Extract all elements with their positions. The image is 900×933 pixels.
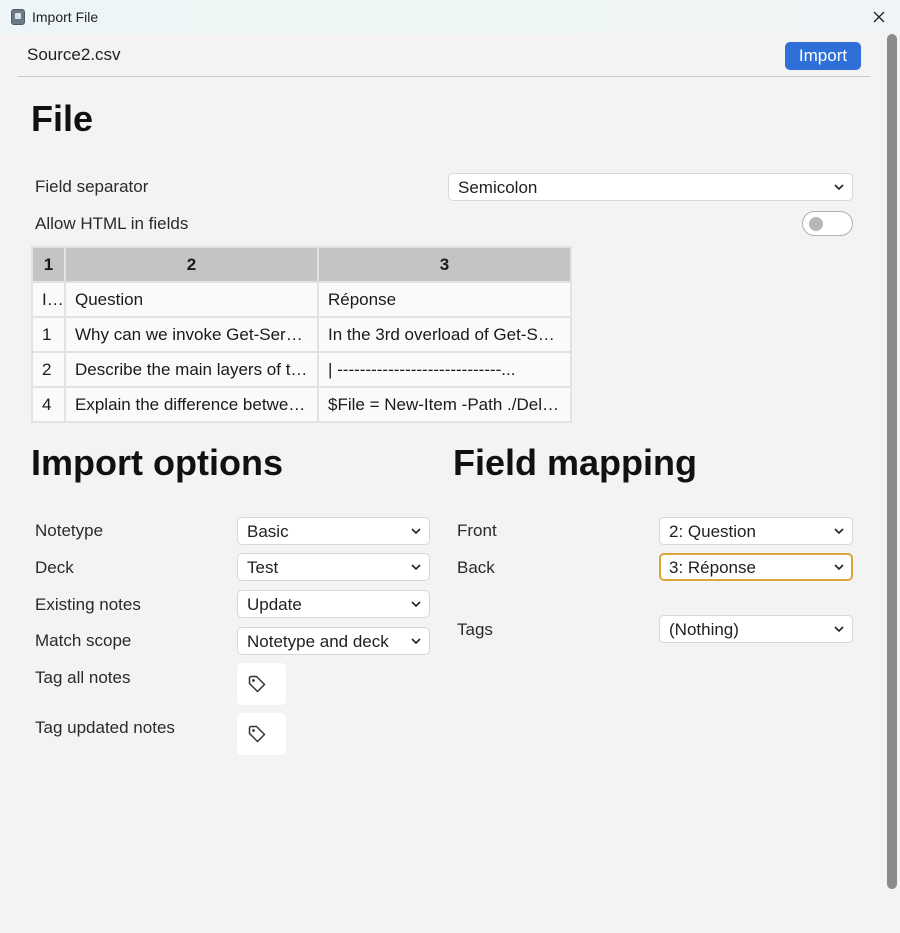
window-title: Import File (32, 9, 99, 25)
field-separator-select[interactable]: Semicolon (448, 173, 853, 201)
table-cell: 4 (31, 386, 66, 423)
notetype-select[interactable]: Basic (237, 517, 430, 545)
chevron-down-icon (834, 564, 844, 571)
match-scope-value: Notetype and deck (247, 632, 389, 651)
tag-icon (248, 675, 266, 693)
front-label: Front (457, 521, 497, 540)
existing-notes-select[interactable]: Update (237, 590, 430, 618)
tag-all-notes-label: Tag all notes (35, 668, 131, 687)
front-field-value: 2: Question (669, 522, 756, 541)
source-filename: Source2.csv (27, 45, 121, 64)
field-mapping-heading: Field mapping (453, 442, 698, 483)
column-header: 1 (31, 246, 66, 283)
csv-preview-table: 1 2 3 Id Question Réponse 1 Why can we i… (31, 246, 572, 423)
table-cell: 2 (31, 351, 66, 388)
deck-value: Test (247, 558, 279, 577)
tags-field-value: (Nothing) (669, 620, 739, 639)
match-scope-label: Match scope (35, 631, 132, 650)
table-cell: Id (31, 281, 66, 318)
field-separator-value: Semicolon (458, 178, 538, 197)
tag-all-notes-editor[interactable] (237, 663, 286, 705)
import-button[interactable]: Import (785, 42, 861, 70)
deck-label: Deck (35, 558, 74, 577)
table-cell: In the 3rd overload of Get-Se... (317, 316, 572, 353)
column-header: 2 (64, 246, 319, 283)
allow-html-toggle[interactable] (802, 211, 853, 236)
table-row: Id Question Réponse (31, 281, 572, 318)
notetype-label: Notetype (35, 521, 104, 540)
back-field-value: 3: Réponse (669, 558, 756, 577)
table-row: 2 Describe the main layers of th... | --… (31, 351, 572, 388)
toggle-knob (809, 217, 823, 231)
match-scope-select[interactable]: Notetype and deck (237, 627, 430, 655)
chevron-down-icon (411, 528, 421, 535)
existing-notes-value: Update (247, 595, 302, 614)
scrollbar-thumb[interactable] (887, 34, 897, 889)
vertical-scrollbar[interactable] (885, 34, 900, 933)
table-cell: $File = New-Item -Path ./Dele... (317, 386, 572, 423)
notetype-value: Basic (247, 522, 289, 541)
chevron-down-icon (834, 184, 844, 191)
tags-label: Tags (457, 620, 493, 639)
table-cell: Réponse (317, 281, 572, 318)
tag-updated-notes-editor[interactable] (237, 713, 286, 755)
file-heading: File (31, 98, 94, 139)
table-row: 4 Explain the difference betwee... $File… (31, 386, 572, 423)
table-cell: | -----------------------------... (317, 351, 572, 388)
tag-updated-notes-label: Tag updated notes (35, 718, 175, 737)
preview-header-row: 1 2 3 (31, 246, 572, 283)
chevron-down-icon (834, 528, 844, 535)
table-row: 1 Why can we invoke Get-Servi... In the … (31, 316, 572, 353)
table-cell: Describe the main layers of th... (64, 351, 319, 388)
title-bar: Import File (0, 0, 900, 34)
chevron-down-icon (411, 638, 421, 645)
tag-icon (248, 725, 266, 743)
chevron-down-icon (411, 601, 421, 608)
close-button[interactable] (868, 6, 890, 28)
deck-select[interactable]: Test (237, 553, 430, 581)
back-field-select[interactable]: 3: Réponse (659, 553, 853, 581)
import-options-heading: Import options (31, 442, 283, 483)
table-cell: Question (64, 281, 319, 318)
front-field-select[interactable]: 2: Question (659, 517, 853, 545)
chevron-down-icon (834, 626, 844, 633)
close-icon (873, 11, 885, 23)
chevron-down-icon (411, 564, 421, 571)
existing-notes-label: Existing notes (35, 595, 141, 614)
table-cell: Why can we invoke Get-Servi... (64, 316, 319, 353)
column-header: 3 (317, 246, 572, 283)
tags-field-select[interactable]: (Nothing) (659, 615, 853, 643)
field-separator-label: Field separator (35, 177, 149, 196)
allow-html-label: Allow HTML in fields (35, 214, 189, 233)
anki-icon (11, 9, 25, 25)
table-cell: Explain the difference betwee... (64, 386, 319, 423)
back-label: Back (457, 558, 495, 577)
table-cell: 1 (31, 316, 66, 353)
import-header: Source2.csv Import (18, 34, 870, 77)
